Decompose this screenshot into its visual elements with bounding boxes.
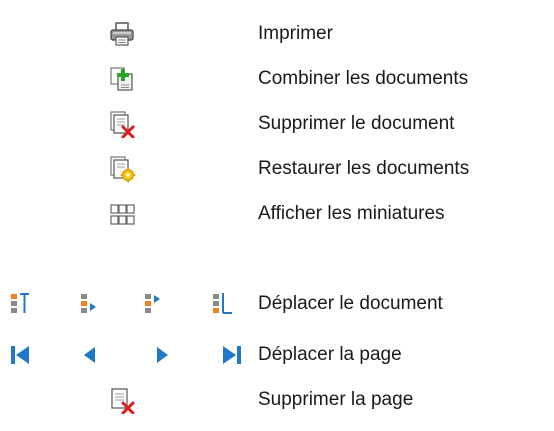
label-move-page: Déplacer la page (258, 344, 402, 365)
move-up-icon[interactable] (76, 290, 104, 318)
first-page-icon[interactable] (6, 341, 34, 369)
label-combine: Combiner les documents (258, 68, 469, 89)
legend-row-print: Imprimer (0, 14, 554, 54)
thumbnails-icon[interactable] (108, 200, 136, 228)
last-page-icon[interactable] (218, 341, 246, 369)
legend-row-move-page: Déplacer la page (0, 335, 554, 375)
restore-documents-icon[interactable] (108, 155, 136, 183)
legend-row-delete-document: Supprimer le document (0, 104, 554, 144)
label-delete-page: Supprimer la page (258, 389, 414, 410)
legend-row-delete-page: Supprimer la page (0, 380, 554, 420)
legend-row-combine: Combiner les documents (0, 59, 554, 99)
label-print: Imprimer (258, 23, 333, 44)
label-move-document: Déplacer le document (258, 293, 443, 314)
delete-document-icon[interactable] (108, 110, 136, 138)
legend-row-restore: Restaurer les documents (0, 149, 554, 189)
label-restore: Restaurer les documents (258, 158, 470, 179)
combine-documents-icon[interactable] (108, 65, 136, 93)
move-to-top-icon[interactable] (6, 290, 34, 318)
next-page-icon[interactable] (148, 341, 176, 369)
move-to-bottom-icon[interactable] (208, 290, 236, 318)
label-thumbnails: Afficher les miniatures (258, 203, 445, 224)
printer-icon[interactable] (108, 20, 136, 48)
legend-row-move-document: Déplacer le document (0, 284, 554, 324)
legend-row-thumbnails: Afficher les miniatures (0, 194, 554, 234)
delete-page-icon[interactable] (108, 386, 136, 414)
move-down-icon[interactable] (140, 290, 168, 318)
previous-page-icon[interactable] (76, 341, 104, 369)
label-delete-document: Supprimer le document (258, 113, 455, 134)
